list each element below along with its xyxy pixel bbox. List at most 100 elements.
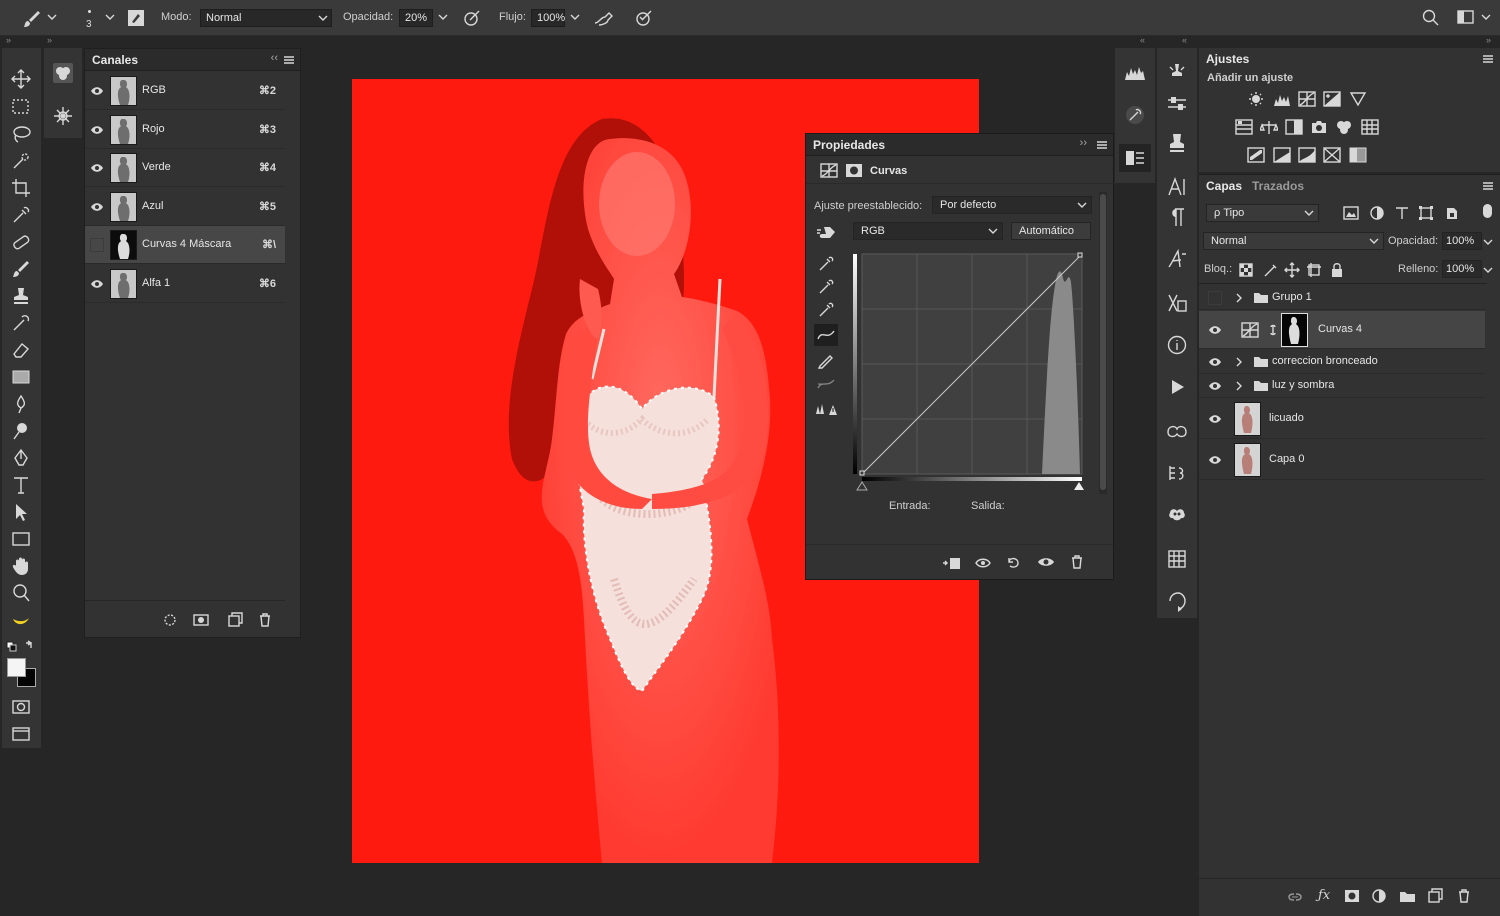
brush-tool-icon[interactable] bbox=[22, 9, 42, 29]
lock-position-icon[interactable] bbox=[1284, 262, 1300, 278]
layer-row[interactable]: Grupo 1 bbox=[1199, 286, 1485, 310]
filter-toggle[interactable] bbox=[1483, 204, 1492, 218]
clip-to-layer-icon[interactable] bbox=[942, 555, 962, 571]
load-selection-icon[interactable] bbox=[163, 613, 177, 627]
search-icon[interactable] bbox=[1421, 8, 1441, 28]
brush-preset-picker[interactable]: 3 bbox=[82, 6, 100, 32]
visibility-eye-icon[interactable] bbox=[90, 84, 104, 98]
panel-menu-icon[interactable] bbox=[283, 55, 295, 65]
hand-tool-icon[interactable] bbox=[10, 555, 32, 577]
expand-icon[interactable]: » bbox=[6, 35, 11, 45]
channel-row[interactable]: Rojo ⌘3 bbox=[85, 111, 285, 149]
mode-select[interactable]: Normal bbox=[200, 9, 332, 27]
fx-icon[interactable]: ƒx bbox=[1318, 888, 1330, 903]
curve-points-tool[interactable] bbox=[814, 324, 838, 346]
new-channel-icon[interactable] bbox=[227, 612, 243, 628]
chevron-down-icon[interactable] bbox=[104, 11, 116, 23]
curves-icon[interactable] bbox=[1298, 91, 1316, 107]
link-layers-icon[interactable] bbox=[1286, 890, 1304, 904]
swatches-grid-icon[interactable] bbox=[1166, 548, 1188, 570]
exposure-icon[interactable] bbox=[1323, 91, 1341, 107]
character-icon[interactable] bbox=[1166, 176, 1188, 198]
lock-image-icon[interactable] bbox=[1262, 262, 1278, 278]
panel-menu-icon[interactable] bbox=[1096, 140, 1108, 150]
default-colors-icon[interactable] bbox=[6, 640, 36, 654]
character-styles-icon[interactable] bbox=[1166, 132, 1188, 154]
color-balance-icon[interactable] bbox=[1260, 119, 1278, 135]
channel-select[interactable]: RGB bbox=[853, 222, 1003, 240]
banana-icon[interactable] bbox=[10, 609, 32, 631]
layer-row[interactable]: luz y sombra bbox=[1199, 374, 1485, 398]
rectangle-tool-icon[interactable] bbox=[10, 528, 32, 550]
visibility-eye-icon[interactable] bbox=[1208, 355, 1222, 369]
new-group-icon[interactable] bbox=[1399, 889, 1417, 903]
visibility-eye-icon[interactable] bbox=[1208, 379, 1222, 393]
visibility-eye-icon[interactable] bbox=[90, 200, 104, 214]
eyedropper-white-icon[interactable] bbox=[817, 300, 835, 318]
crop-tool-icon[interactable] bbox=[10, 177, 32, 199]
tool-presets-icon[interactable] bbox=[1166, 92, 1188, 114]
curves-graph[interactable] bbox=[852, 250, 1088, 494]
visibility-eye-icon[interactable] bbox=[1037, 555, 1055, 569]
filter-smart-object-icon[interactable] bbox=[1444, 205, 1460, 221]
clipping-warning-icon[interactable] bbox=[815, 400, 839, 418]
layer-row[interactable]: Capa 0 bbox=[1199, 440, 1485, 480]
new-adjustment-layer-icon[interactable] bbox=[1371, 888, 1387, 904]
collapse-icon[interactable]: « bbox=[1182, 35, 1187, 45]
quick-mask-icon[interactable] bbox=[10, 696, 32, 718]
info-icon[interactable] bbox=[1166, 334, 1188, 356]
collapse-panel-icon[interactable]: ›› bbox=[1080, 137, 1087, 149]
tab-paths[interactable]: Trazados bbox=[1252, 179, 1304, 193]
workspace-icon[interactable] bbox=[1457, 9, 1475, 25]
history-brush-icon[interactable] bbox=[10, 312, 32, 334]
libraries-icon[interactable] bbox=[1166, 420, 1188, 442]
screen-mode-icon[interactable] bbox=[10, 723, 32, 745]
on-image-adjust-icon[interactable] bbox=[816, 224, 838, 242]
properties-scrollbar[interactable] bbox=[1099, 192, 1107, 494]
invert-icon[interactable] bbox=[1247, 147, 1265, 163]
lasso-tool-icon[interactable] bbox=[10, 123, 32, 145]
brush-settings-icon[interactable] bbox=[1124, 104, 1146, 126]
histogram-icon[interactable] bbox=[1124, 62, 1146, 84]
gradient-map-icon[interactable] bbox=[1349, 147, 1367, 163]
chevron-right-icon[interactable] bbox=[1235, 293, 1243, 303]
expand-icon[interactable]: » bbox=[1486, 35, 1491, 45]
paragraph-icon[interactable] bbox=[1166, 206, 1188, 228]
posterize-icon[interactable] bbox=[1273, 147, 1291, 163]
chevron-down-icon[interactable] bbox=[46, 11, 58, 23]
channel-row[interactable]: Azul ⌘5 bbox=[85, 188, 285, 226]
flow-input[interactable]: 100% bbox=[531, 9, 565, 27]
visibility-toggle-empty[interactable] bbox=[90, 238, 104, 252]
blend-mode-select[interactable]: Normal bbox=[1203, 232, 1384, 250]
chevron-down-icon[interactable] bbox=[1480, 11, 1492, 23]
channels-panel-icon[interactable] bbox=[52, 62, 74, 84]
pressure-opacity-icon[interactable] bbox=[462, 8, 482, 28]
lock-transparent-icon[interactable] bbox=[1239, 263, 1253, 277]
opacity-input[interactable]: 20% bbox=[399, 9, 433, 27]
mask-thumbnail[interactable] bbox=[1281, 313, 1308, 347]
filter-adjustment-icon[interactable] bbox=[1369, 205, 1385, 221]
filter-shape-icon[interactable] bbox=[1418, 205, 1434, 221]
blur-tool-icon[interactable] bbox=[10, 393, 32, 415]
channel-row[interactable]: Alfa 1 ⌘6 bbox=[85, 265, 285, 303]
hue-saturation-icon[interactable] bbox=[1235, 119, 1253, 135]
eyedropper-gray-icon[interactable] bbox=[817, 277, 835, 295]
timeline-icon[interactable] bbox=[1166, 462, 1188, 484]
eraser-tool-icon[interactable] bbox=[10, 339, 32, 361]
chevron-down-icon[interactable] bbox=[437, 11, 449, 23]
chevron-down-icon[interactable] bbox=[1482, 236, 1494, 248]
chevron-down-icon[interactable] bbox=[569, 11, 581, 23]
panel-menu-icon[interactable] bbox=[1482, 54, 1494, 64]
channel-row[interactable]: Curvas 4 Máscara ⌘\ bbox=[85, 226, 285, 264]
path-selection-icon[interactable] bbox=[10, 501, 32, 523]
visibility-eye-icon[interactable] bbox=[90, 161, 104, 175]
actions-play-icon[interactable] bbox=[1166, 376, 1188, 398]
paragraph-styles-icon[interactable] bbox=[1166, 292, 1188, 314]
vibrance-icon[interactable] bbox=[1349, 91, 1367, 107]
cloning-source-icon[interactable] bbox=[1166, 62, 1188, 84]
eyedropper-black-icon[interactable] bbox=[817, 254, 835, 272]
preset-select[interactable]: Por defecto bbox=[932, 196, 1092, 214]
levels-icon[interactable] bbox=[1273, 91, 1291, 107]
foreground-color-swatch[interactable] bbox=[7, 658, 26, 677]
3d-icon[interactable] bbox=[1166, 504, 1188, 526]
